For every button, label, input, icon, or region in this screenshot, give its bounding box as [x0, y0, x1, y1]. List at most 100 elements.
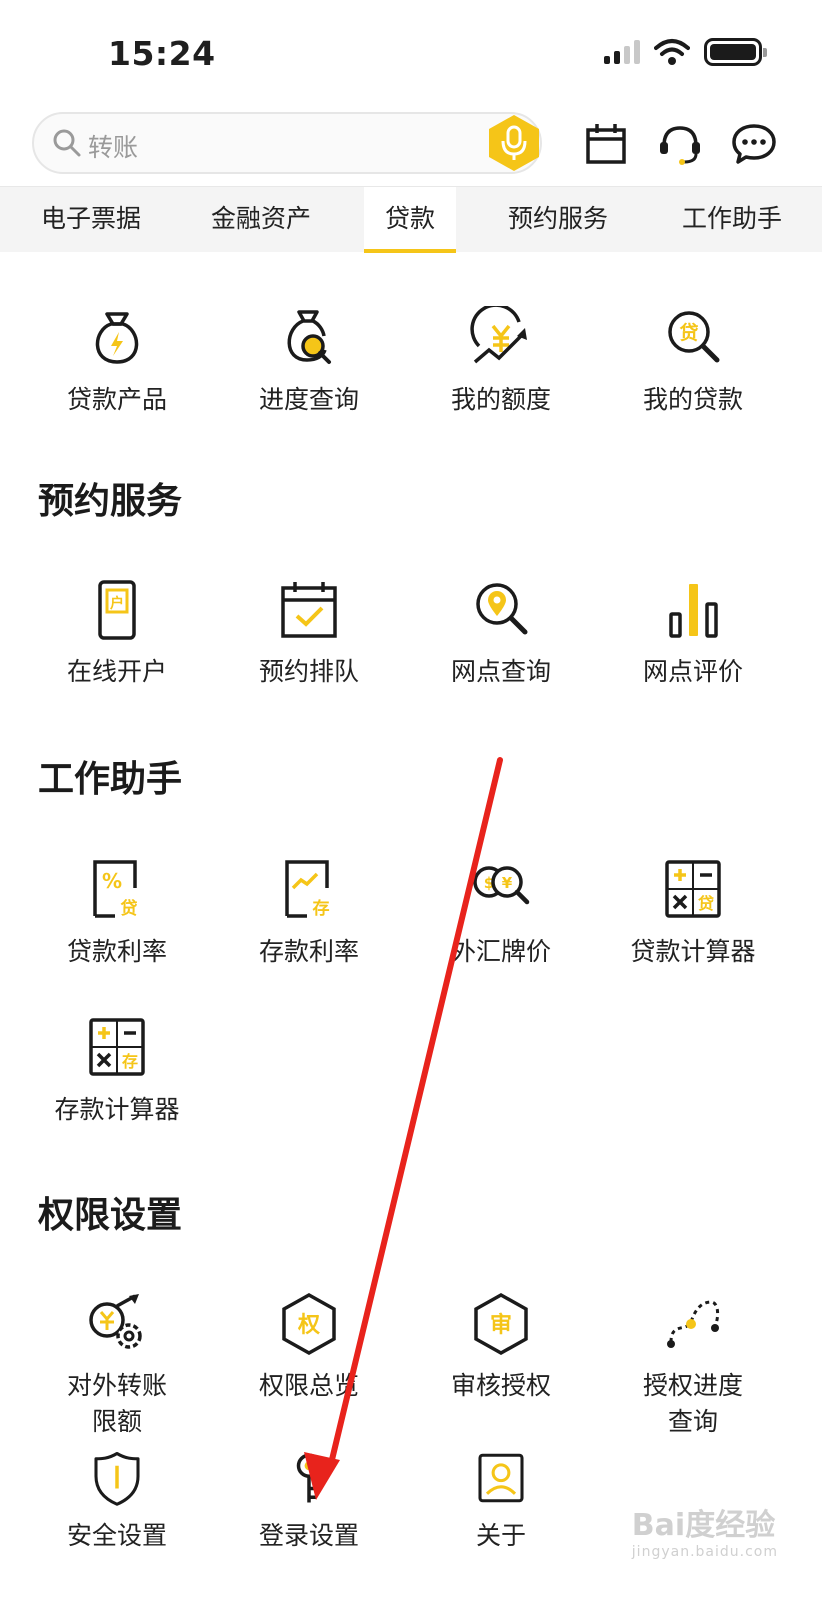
status-icons	[604, 38, 767, 66]
deposit-calculator-item[interactable]: 存 存款计算器	[22, 1016, 212, 1128]
login-settings-item[interactable]: 登录设置	[214, 1450, 404, 1554]
search-input[interactable]: 转账	[32, 112, 542, 174]
review-authorize-icon: 审	[474, 1292, 528, 1356]
item-label: 审核授权	[450, 1371, 551, 1400]
microphone-icon[interactable]	[484, 113, 544, 173]
tab-loans[interactable]: 贷款	[364, 187, 456, 253]
tab-financial-assets[interactable]: 金融资产	[188, 187, 334, 253]
about-item[interactable]: 关于	[406, 1450, 596, 1554]
deposit-rate-item[interactable]: 存 存款利率	[214, 858, 404, 970]
item-label: 进度查询	[258, 385, 359, 414]
item-label: 预约排队	[258, 657, 359, 686]
status-bar: 15:24	[0, 0, 822, 100]
branch-query-item[interactable]: 网点查询	[406, 578, 596, 690]
review-glyph: 审	[490, 1312, 512, 1338]
transfer-limit-icon	[89, 1294, 142, 1349]
search-icon	[53, 129, 81, 157]
item-label: 网点评价	[642, 657, 743, 686]
bar-rating-icon	[669, 584, 718, 638]
money-bag-search-icon	[287, 310, 331, 364]
item-label: 存款计算器	[54, 1095, 180, 1124]
item-label-line2: 限额	[91, 1407, 142, 1436]
loan-rate-item[interactable]: % 贷 贷款利率	[22, 858, 212, 970]
item-label: 权限总览	[258, 1371, 359, 1400]
progress-query-item[interactable]: 进度查询	[214, 306, 404, 418]
svg-text:存: 存	[122, 1052, 138, 1071]
tab-e-bills[interactable]: 电子票据	[18, 187, 164, 253]
shield-icon	[94, 1451, 140, 1506]
section-title-appointment: 预约服务	[38, 481, 183, 522]
item-label: 我的贷款	[642, 385, 743, 414]
tab-appointment[interactable]: 预约服务	[484, 187, 632, 253]
item-label: 在线开户	[66, 657, 167, 686]
queue-booking-item[interactable]: 预约排队	[214, 578, 404, 690]
section-title-permissions: 权限设置	[38, 1195, 183, 1236]
item-label: 外汇牌价	[450, 937, 551, 966]
item-label: 对外转账 限额	[22, 1368, 212, 1440]
svg-text:贷: 贷	[679, 321, 698, 344]
svg-text:贷: 贷	[698, 894, 714, 913]
calendar-check-icon	[281, 582, 337, 638]
item-label: 存款利率	[258, 937, 359, 966]
forex-rate-item[interactable]: $ ¥ 外汇牌价	[406, 858, 596, 970]
loan-rate-icon: % 贷	[93, 860, 138, 919]
loan-products-item[interactable]: 贷款产品	[22, 306, 212, 418]
my-limit-item[interactable]: 我的额度	[406, 306, 596, 418]
watermark-url: jingyan.baidu.com	[631, 1544, 778, 1560]
svg-text:%: %	[102, 869, 122, 893]
location-search-icon	[476, 583, 528, 635]
deposit-rate-icon: 存	[285, 860, 330, 919]
loan-search-icon: 贷	[668, 311, 720, 363]
phone-account-icon: 户	[98, 580, 136, 640]
security-settings-item[interactable]: 安全设置	[22, 1450, 212, 1554]
loan-calculator-item[interactable]: 贷 贷款计算器	[598, 858, 788, 970]
item-label: 贷款利率	[66, 937, 167, 966]
login-key-icon	[296, 1453, 322, 1503]
item-label: 网点查询	[450, 657, 551, 686]
my-loans-item[interactable]: 贷 我的贷款	[598, 306, 788, 418]
wifi-icon	[654, 39, 690, 65]
item-label-line2: 查询	[667, 1407, 718, 1436]
authorize-progress-item[interactable]: 授权进度 查询	[598, 1292, 788, 1440]
forex-icon: $ ¥	[473, 866, 530, 905]
watermark: Bai度经验 jingyan.baidu.com	[632, 1500, 778, 1560]
about-icon	[478, 1453, 524, 1503]
item-label: 安全设置	[66, 1521, 167, 1550]
message-icon[interactable]	[730, 120, 778, 168]
svg-text:贷: 贷	[121, 898, 138, 919]
cellular-signal-icon	[604, 40, 640, 64]
header-bar: 转账	[0, 112, 822, 178]
svg-text:存: 存	[313, 898, 330, 919]
search-placeholder: 转账	[88, 133, 139, 162]
item-label: 授权进度 查询	[598, 1368, 788, 1440]
permission-overview-item[interactable]: 权 权限总览	[214, 1292, 404, 1404]
watermark-text: Bai度经验	[631, 1508, 776, 1543]
item-label: 关于	[475, 1521, 526, 1550]
status-time: 15:24	[108, 34, 216, 73]
section-title-assistant: 工作助手	[38, 759, 183, 800]
permission-glyph: 权	[297, 1312, 321, 1338]
item-label: 贷款产品	[66, 385, 167, 414]
tab-assistant[interactable]: 工作助手	[658, 187, 806, 253]
svg-text:户: 户	[110, 595, 124, 612]
transfer-limit-item[interactable]: 对外转账 限额	[22, 1292, 212, 1440]
customer-service-icon[interactable]	[656, 120, 704, 168]
yen-growth-icon	[470, 306, 527, 364]
item-label: 贷款计算器	[630, 937, 756, 966]
item-label: 我的额度	[450, 385, 551, 414]
permission-overview-icon: 权	[282, 1292, 336, 1356]
authorize-progress-icon	[667, 1300, 720, 1348]
item-label: 登录设置	[258, 1521, 359, 1550]
branch-rating-item[interactable]: 网点评价	[598, 578, 788, 690]
online-account-item[interactable]: 户 在线开户	[22, 578, 212, 690]
money-bag-lightning-icon	[95, 312, 139, 364]
deposit-calculator-icon: 存	[89, 1018, 145, 1076]
calendar-icon[interactable]	[582, 120, 630, 168]
item-label-line1: 授权进度	[642, 1371, 743, 1400]
svg-text:¥: ¥	[502, 874, 513, 892]
review-authorize-item[interactable]: 审 审核授权	[406, 1292, 596, 1404]
item-label-line1: 对外转账	[66, 1371, 167, 1400]
category-tabs: 电子票据 金融资产 贷款 预约服务 工作助手	[0, 186, 822, 253]
loan-calculator-icon: 贷	[665, 860, 721, 918]
battery-icon	[704, 38, 767, 66]
